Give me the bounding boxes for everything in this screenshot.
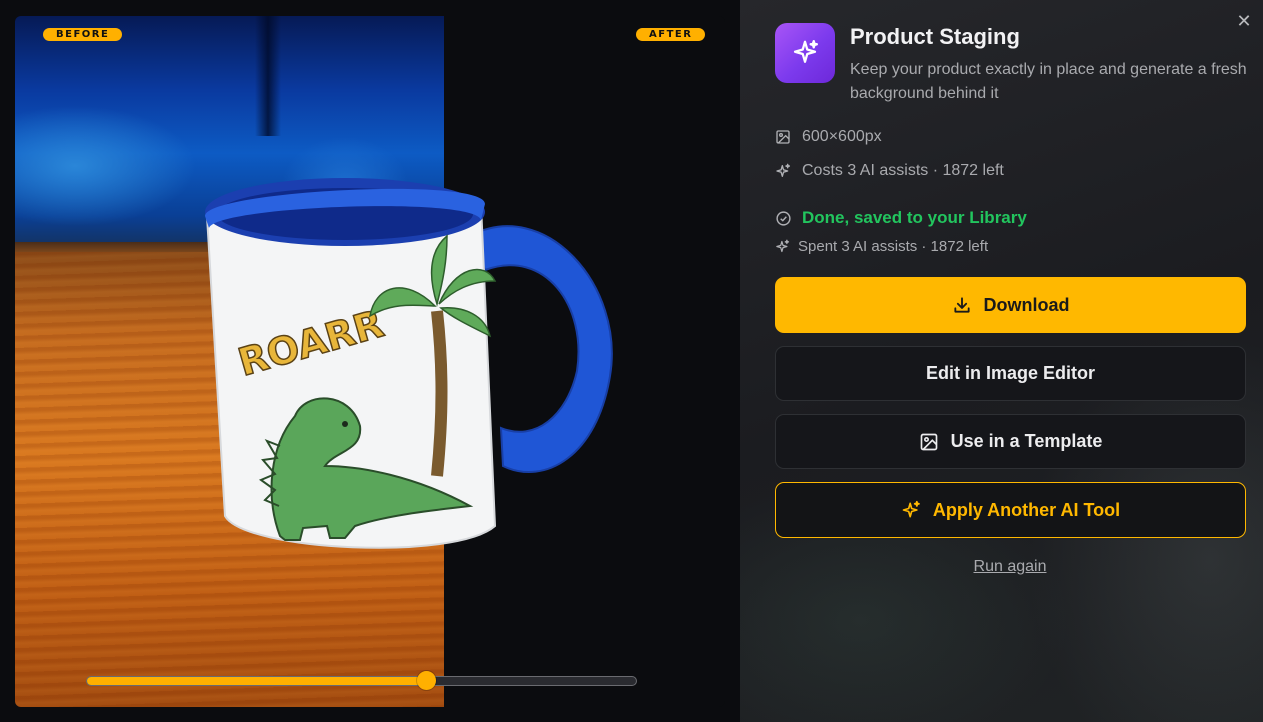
compare-slider[interactable] <box>86 671 637 690</box>
compare-stage[interactable]: ROARR BEFORE AFTER <box>15 16 725 707</box>
compare-area: ROARR BEFORE AFTER <box>0 0 740 722</box>
sparkle-icon <box>901 500 921 520</box>
cost-row: Costs 3 AI assists · 1872 left <box>775 162 1004 180</box>
status-row: Done, saved to your Library <box>775 208 1027 228</box>
apply-another-ai-tool-button[interactable]: Apply Another AI Tool <box>775 482 1246 538</box>
dimensions-row: 600×600px <box>775 128 882 146</box>
ai-tool-modal: ROARR BEFORE AFTER ✕ Product Staging Kee… <box>0 0 1263 722</box>
slider-fill <box>87 677 428 685</box>
use-in-template-button[interactable]: Use in a Template <box>775 414 1246 469</box>
image-icon <box>775 129 791 145</box>
download-icon <box>952 295 972 315</box>
image-icon <box>919 432 939 452</box>
download-button[interactable]: Download <box>775 277 1246 333</box>
before-badge: BEFORE <box>43 28 123 41</box>
panel-title: Product Staging <box>850 24 1020 49</box>
cost-text: Costs 3 AI assists · 1872 left <box>802 162 1004 179</box>
panel-subtitle: Keep your product exactly in place and g… <box>850 61 1247 102</box>
status-text: Done, saved to your Library <box>802 208 1027 227</box>
template-label: Use in a Template <box>950 431 1103 451</box>
sparkle-icon <box>775 239 790 254</box>
dimensions-text: 600×600px <box>802 128 882 145</box>
spent-text: Spent 3 AI assists · 1872 left <box>798 238 989 255</box>
edit-label: Edit in Image Editor <box>925 363 1095 383</box>
after-badge: AFTER <box>636 28 706 41</box>
mug-image: ROARR <box>205 178 613 549</box>
tool-panel: ✕ Product Staging Keep your product exac… <box>740 0 1263 722</box>
check-circle-icon <box>775 210 792 227</box>
run-again-link[interactable]: Run again <box>740 558 1263 576</box>
sparkle-icon <box>775 23 835 83</box>
sparkle-icon <box>775 163 791 179</box>
edit-in-image-editor-button[interactable]: Edit in Image Editor <box>775 346 1246 401</box>
download-label: Download <box>983 294 1070 315</box>
sofa-seam <box>255 16 281 136</box>
another-label: Apply Another AI Tool <box>932 499 1121 520</box>
panel-header: Product Staging Keep your product exactl… <box>775 23 1247 106</box>
spent-row: Spent 3 AI assists · 1872 left <box>775 238 988 255</box>
